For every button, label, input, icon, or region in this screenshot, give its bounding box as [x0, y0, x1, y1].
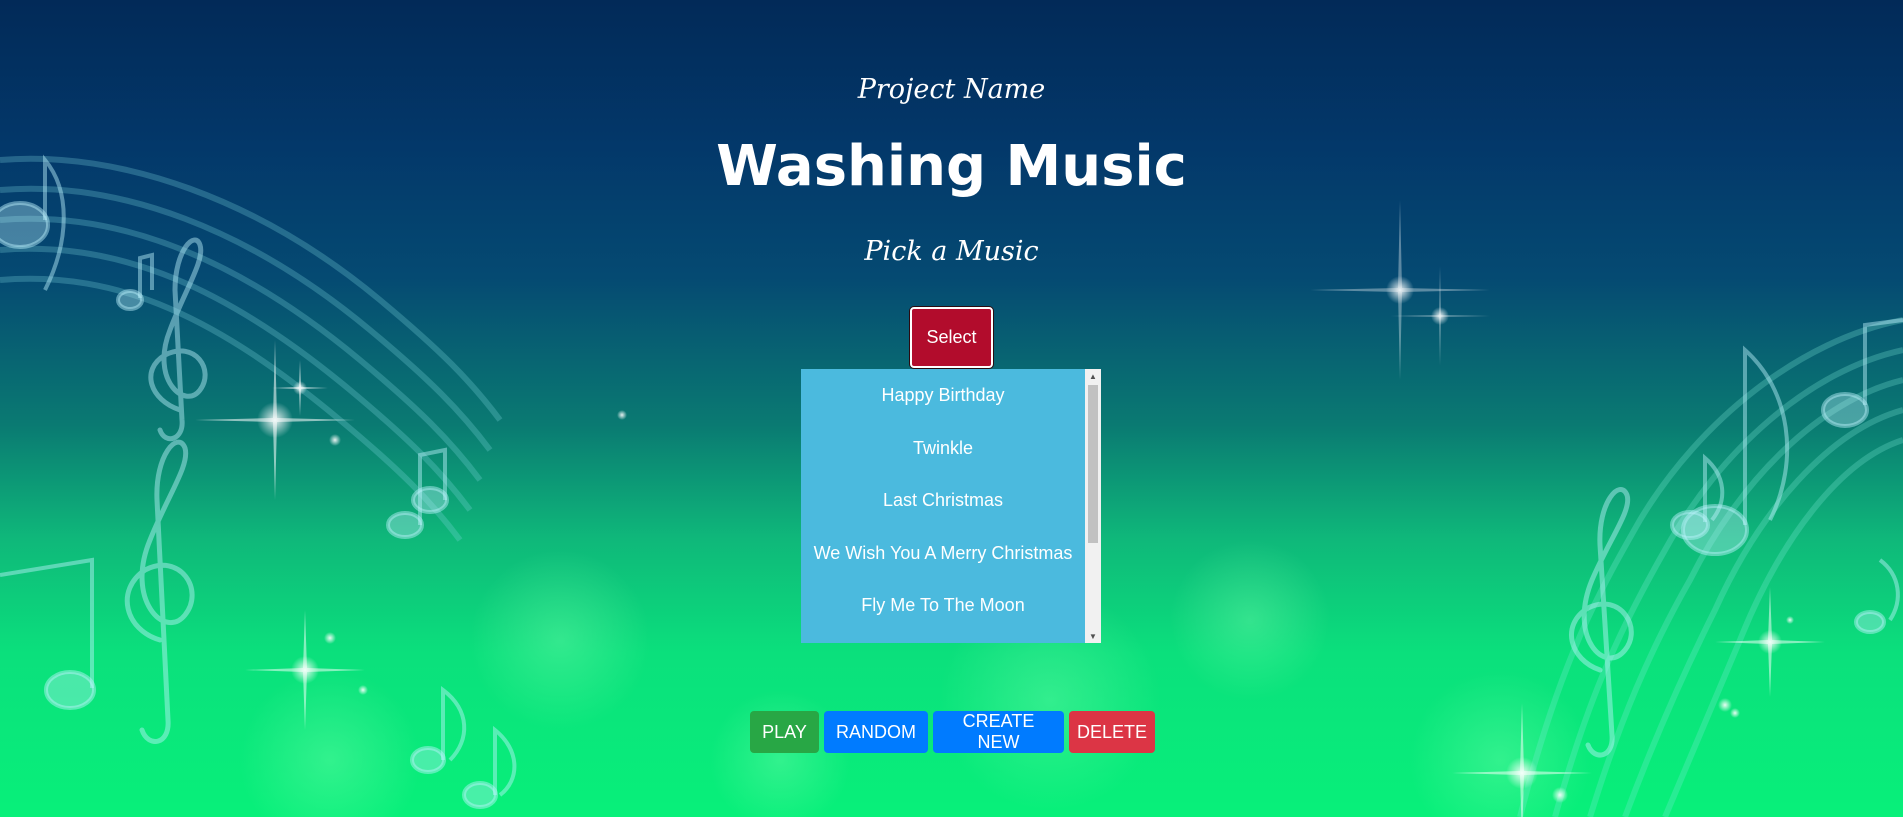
scroll-down-arrow-icon[interactable]: ▼ — [1085, 629, 1101, 643]
scroll-thumb[interactable] — [1088, 385, 1098, 543]
create-new-button[interactable]: CREATE NEW — [933, 711, 1064, 753]
action-buttons: PLAY RANDOM CREATE NEW DELETE — [750, 711, 1155, 753]
music-option-happy-birthday[interactable]: Happy Birthday — [801, 369, 1085, 422]
music-option-twinkle[interactable]: Twinkle — [801, 422, 1085, 475]
staff-lines-left — [0, 155, 503, 542]
music-dropdown-list[interactable]: Happy Birthday Twinkle Last Christmas We… — [801, 369, 1101, 643]
music-option-fly-me-to-the-moon[interactable]: Fly Me To The Moon — [801, 580, 1085, 633]
random-button[interactable]: RANDOM — [824, 711, 928, 753]
play-button[interactable]: PLAY — [750, 711, 819, 753]
page-title: Washing Music — [716, 134, 1187, 199]
page-subtitle: Pick a Music — [864, 236, 1039, 267]
delete-button[interactable]: DELETE — [1069, 711, 1155, 753]
music-option-last-christmas[interactable]: Last Christmas — [801, 475, 1085, 528]
select-music-button[interactable]: Select — [910, 307, 993, 368]
dropdown-scrollbar[interactable]: ▲ ▼ — [1085, 369, 1101, 643]
music-option-we-wish-you[interactable]: We Wish You A Merry Christmas — [801, 527, 1085, 580]
project-name-label: Project Name — [857, 74, 1046, 105]
select-button-label: Select — [926, 327, 977, 347]
staff-lines-right — [1517, 317, 1903, 817]
scroll-up-arrow-icon[interactable]: ▲ — [1085, 369, 1101, 383]
music-options: Happy Birthday Twinkle Last Christmas We… — [801, 369, 1085, 632]
